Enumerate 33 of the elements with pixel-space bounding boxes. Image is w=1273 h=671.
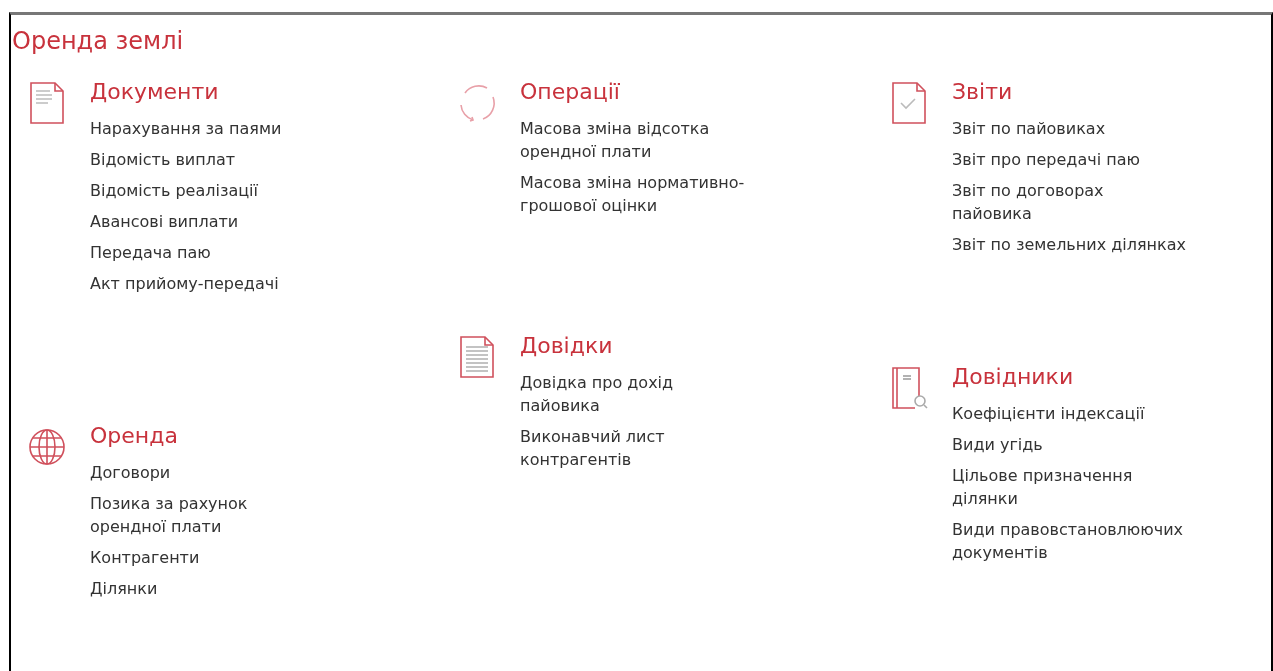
menu-link[interactable]: Відомість виплат <box>90 148 282 171</box>
menu-link[interactable]: Масова зміна відсотка орендної плати <box>520 117 745 163</box>
document-search-icon <box>889 366 929 410</box>
menu-link[interactable]: Довідка про дохід пайовика <box>520 371 674 417</box>
menu-link[interactable]: Види угідь <box>952 433 1184 456</box>
section-title: Оренда <box>90 422 179 450</box>
menu-link[interactable]: Звіт по земельних ділянках <box>952 233 1186 256</box>
menu-link[interactable]: Масова зміна нормативно- грошової оцінки <box>520 171 745 217</box>
document-check-icon <box>889 81 929 125</box>
menu-link[interactable]: Передача паю <box>90 241 282 264</box>
section-title: Документи <box>90 78 220 106</box>
menu-link[interactable]: Коефіцієнти індексації <box>952 402 1184 425</box>
document-icon <box>457 335 497 379</box>
section-title: Звіти <box>952 78 1014 106</box>
section-title: Довідки <box>520 332 614 360</box>
menu-link[interactable]: Авансові виплати <box>90 210 282 233</box>
document-icon <box>27 81 67 125</box>
menu-link[interactable]: Договори <box>90 461 248 484</box>
menu-link[interactable]: Ділянки <box>90 577 248 600</box>
menu-link[interactable]: Цільове призначення ділянки <box>952 464 1184 510</box>
menu-link[interactable]: Виконавчий лист контрагентів <box>520 425 674 471</box>
section-title: Операції <box>520 78 621 106</box>
menu-link[interactable]: Звіт по пайовиках <box>952 117 1186 140</box>
menu-link[interactable]: Звіт про передачі паю <box>952 148 1186 171</box>
page-title: Оренда землі <box>12 26 185 57</box>
menu-link[interactable]: Позика за рахунок орендної плати <box>90 492 248 538</box>
menu-link[interactable]: Акт прийому-передачі <box>90 272 282 295</box>
menu-link[interactable]: Звіт по договорах пайовика <box>952 179 1186 225</box>
menu-link[interactable]: Контрагенти <box>90 546 248 569</box>
menu-link[interactable]: Види правовстановлюючих документів <box>952 518 1184 564</box>
section-title: Довідники <box>952 363 1075 391</box>
menu-link[interactable]: Відомість реалізації <box>90 179 282 202</box>
menu-link[interactable]: Нарахування за паями <box>90 117 282 140</box>
